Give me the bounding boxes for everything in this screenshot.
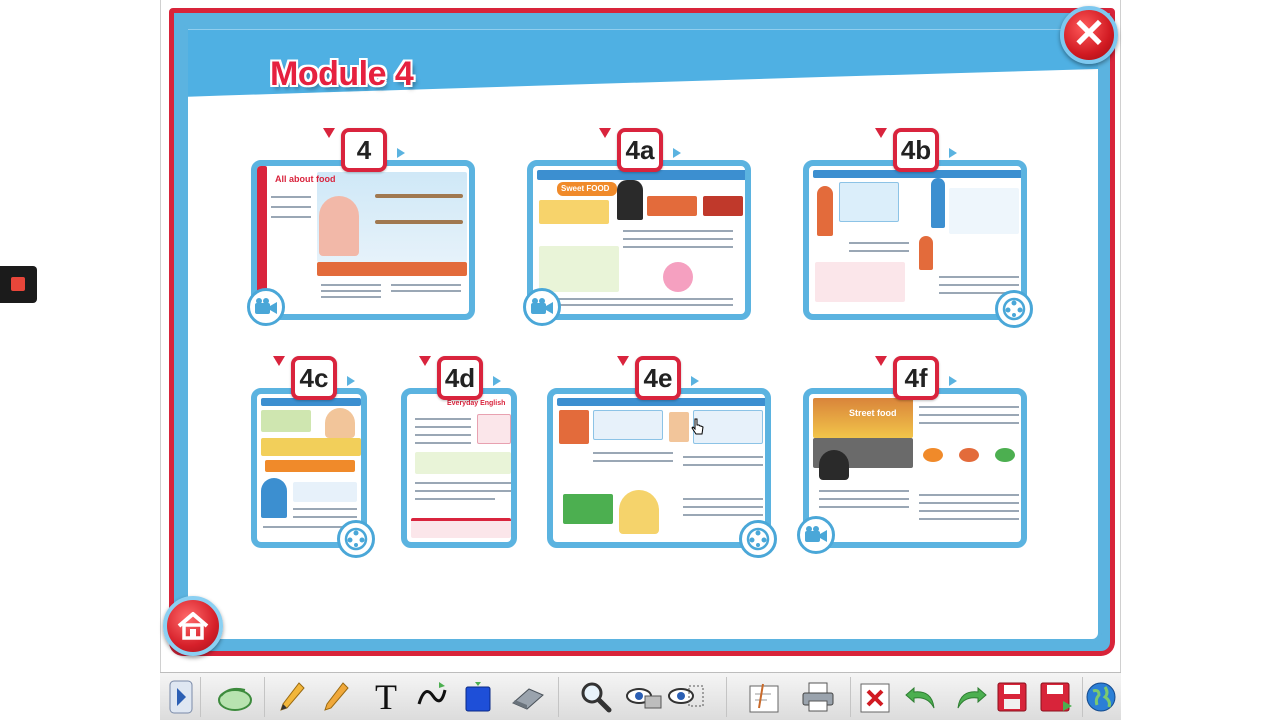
curve-tool-icon — [417, 682, 447, 705]
module-frame: Module 4 — [169, 8, 1115, 656]
mouse-pointer-icon — [218, 687, 252, 711]
clear-all-icon — [860, 683, 890, 713]
close-button[interactable]: ✕ — [1060, 6, 1118, 64]
page-thumbnail[interactable]: Sweet FOOD — [527, 160, 751, 320]
save-icon — [997, 682, 1027, 712]
page-title: Sweet FOOD — [561, 184, 610, 193]
shape-tool-button[interactable] — [458, 677, 498, 717]
film-reel-icon[interactable] — [337, 520, 375, 558]
page-title: All about food — [275, 174, 336, 184]
print-icon — [802, 682, 834, 712]
film-reel-icon[interactable] — [739, 520, 777, 558]
page-card-4a[interactable]: Sweet FOOD 4a — [523, 128, 757, 328]
page-label: 4e — [635, 356, 681, 400]
expand-arrow-icon — [169, 680, 193, 714]
page-label: 4b — [893, 128, 939, 172]
page-card-4d[interactable]: Everyday English 4d — [401, 356, 519, 556]
close-icon: ✕ — [1072, 12, 1106, 56]
redo-icon — [957, 686, 987, 709]
mouse-pointer-button[interactable] — [212, 677, 258, 717]
page-card-4f[interactable]: Street food 4f — [797, 356, 1035, 556]
stop-icon — [11, 277, 25, 291]
video-camera-icon[interactable] — [797, 516, 835, 554]
redo-button[interactable] — [950, 677, 990, 717]
home-icon — [177, 612, 209, 640]
save-as-button[interactable] — [1036, 677, 1076, 717]
page-thumbnail[interactable]: Street food — [803, 388, 1027, 548]
blank-page-button[interactable] — [744, 677, 784, 717]
eraser-tool-button[interactable] — [508, 677, 548, 717]
web-link-button[interactable] — [1082, 677, 1120, 717]
page-card-4e[interactable]: 4e — [547, 356, 779, 558]
reveal-icon — [626, 688, 662, 709]
globe-icon — [1086, 682, 1116, 712]
save-button[interactable] — [992, 677, 1032, 717]
blank-page-icon — [749, 683, 779, 713]
zoom-button[interactable] — [576, 677, 616, 717]
eraser-icon — [512, 688, 544, 710]
page-label: 4f — [893, 356, 939, 400]
spotlight-icon — [668, 685, 704, 707]
page-card-4b[interactable]: 4b — [803, 128, 1035, 328]
page-title: Street food — [849, 408, 897, 418]
curve-tool-button[interactable] — [412, 677, 452, 717]
reveal-button[interactable] — [624, 677, 664, 717]
page-card-4c[interactable]: 4c — [251, 356, 375, 558]
undo-button[interactable] — [902, 677, 942, 717]
home-button[interactable] — [163, 596, 223, 656]
page-thumbnail[interactable]: All about food — [251, 160, 475, 320]
module-title: Module 4 — [270, 55, 414, 93]
shape-fill-icon — [465, 682, 491, 712]
page-thumbnail[interactable] — [547, 388, 771, 548]
video-camera-icon[interactable] — [523, 288, 561, 326]
page-card-4[interactable]: All about food 4 — [247, 128, 481, 328]
page-thumbnail[interactable]: Everyday English — [401, 388, 517, 548]
expand-toolbar-button[interactable] — [166, 677, 196, 717]
page-label: 4d — [437, 356, 483, 400]
stop-recording-button[interactable] — [0, 266, 37, 303]
spotlight-button[interactable] — [666, 677, 706, 717]
pencil-tool-button[interactable] — [272, 677, 312, 717]
page-label: 4c — [291, 356, 337, 400]
video-camera-icon[interactable] — [247, 288, 285, 326]
module-viewer: Module 4 ✕ All about food 4 Sweet FOOD 4… — [160, 0, 1121, 720]
pencil-icon — [280, 682, 305, 711]
print-button[interactable] — [798, 677, 838, 717]
zoom-icon — [581, 682, 612, 713]
clear-all-button[interactable] — [856, 677, 896, 717]
save-as-icon — [1040, 682, 1072, 712]
undo-icon — [905, 686, 935, 709]
cursor-icon — [691, 418, 704, 435]
page-title: Everyday English — [447, 400, 506, 407]
film-reel-icon[interactable] — [995, 290, 1033, 328]
screen: Module 4 ✕ All about food 4 Sweet FOOD 4… — [0, 0, 1280, 720]
highlighter-icon — [324, 682, 349, 711]
page-label: 4a — [617, 128, 663, 172]
annotation-toolbar: T — [160, 672, 1121, 720]
page-label: 4 — [341, 128, 387, 172]
page-thumbnail[interactable] — [803, 160, 1027, 320]
highlighter-tool-button[interactable] — [316, 677, 356, 717]
text-tool-icon: T — [375, 677, 397, 717]
text-tool-button[interactable]: T — [366, 677, 406, 717]
